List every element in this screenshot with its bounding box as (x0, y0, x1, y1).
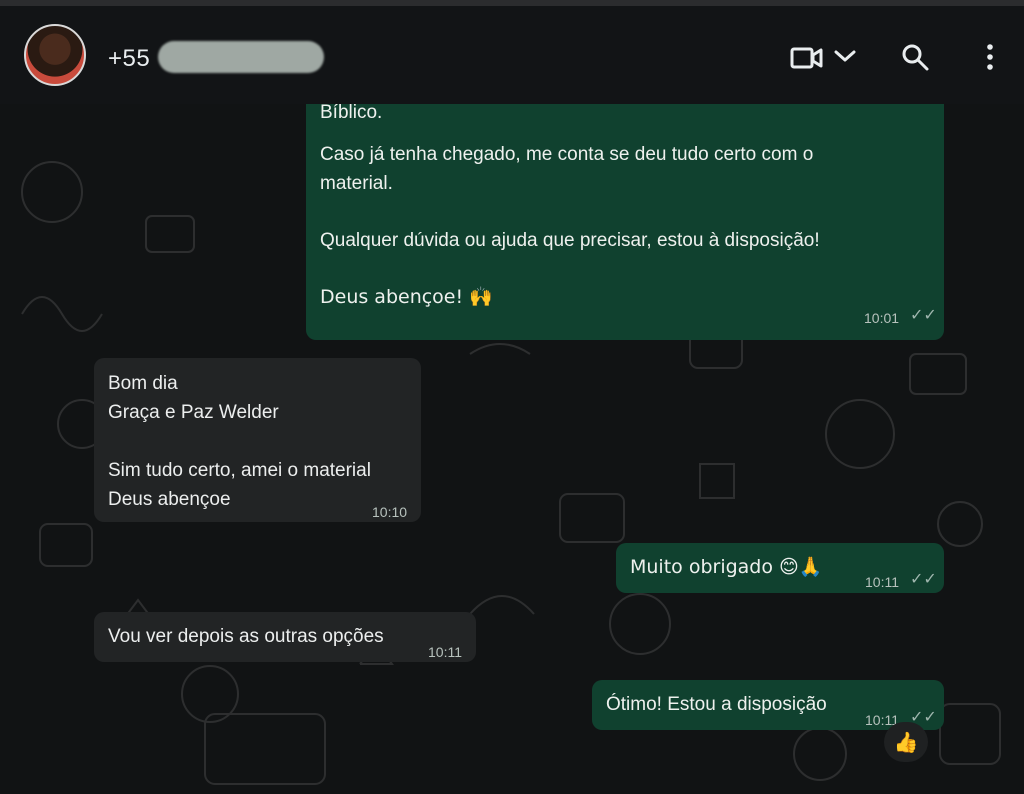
message-time: 10:11 (865, 574, 899, 590)
message-text: Sim tudo certo, amei o material (108, 460, 371, 481)
double-check-icon: ✓✓ (910, 307, 937, 324)
message-text: Qualquer dúvida ou ajuda que precisar, e… (320, 230, 820, 251)
chat-header: +55 (0, 6, 1024, 104)
message-time: 10:11 (428, 644, 462, 660)
message-text: Ótimo! Estou a disposição (606, 694, 827, 715)
message-text: material. (320, 173, 393, 194)
incoming-message: Vou ver depois as outras opções 10:11 (94, 612, 476, 662)
message-text: Caso já tenha chegado, me conta se deu t… (320, 144, 814, 165)
chat-area: Bíblico. Caso já tenha chegado, me conta… (0, 104, 1024, 794)
outgoing-message: Ótimo! Estou a disposição 10:11 ✓✓ (592, 680, 944, 730)
thumbs-up-icon: 👍 (893, 730, 919, 754)
redacted-phone-number (158, 41, 324, 73)
vertical-dots-icon[interactable] (985, 42, 995, 77)
chevron-down-icon[interactable] (834, 48, 856, 69)
incoming-message: Bom dia Graça e Paz Welder Sim tudo cert… (94, 358, 421, 522)
message-text: Deus abençoe! 🙌 (320, 286, 493, 308)
contact-avatar[interactable] (24, 24, 86, 86)
double-check-icon: ✓✓ (910, 571, 937, 588)
message-time: 10:01 (864, 310, 900, 326)
message-text: Bíblico. (320, 104, 383, 123)
message-text: Muito obrigado 😊🙏 (630, 556, 823, 578)
outgoing-message: Muito obrigado 😊🙏 10:11 ✓✓ (616, 543, 944, 593)
message-text: Vou ver depois as outras opções (108, 626, 384, 647)
message-text: Deus abençoe (108, 489, 231, 510)
contact-name[interactable]: +55 (108, 45, 150, 73)
message-text: Bom dia (108, 373, 178, 394)
video-camera-icon[interactable] (790, 45, 824, 76)
outgoing-message: Bíblico. Caso já tenha chegado, me conta… (306, 104, 944, 340)
message-text: Graça e Paz Welder (108, 402, 279, 423)
reaction-badge[interactable]: 👍 (884, 722, 928, 762)
search-icon[interactable] (900, 42, 930, 77)
message-time: 10:10 (372, 504, 408, 520)
